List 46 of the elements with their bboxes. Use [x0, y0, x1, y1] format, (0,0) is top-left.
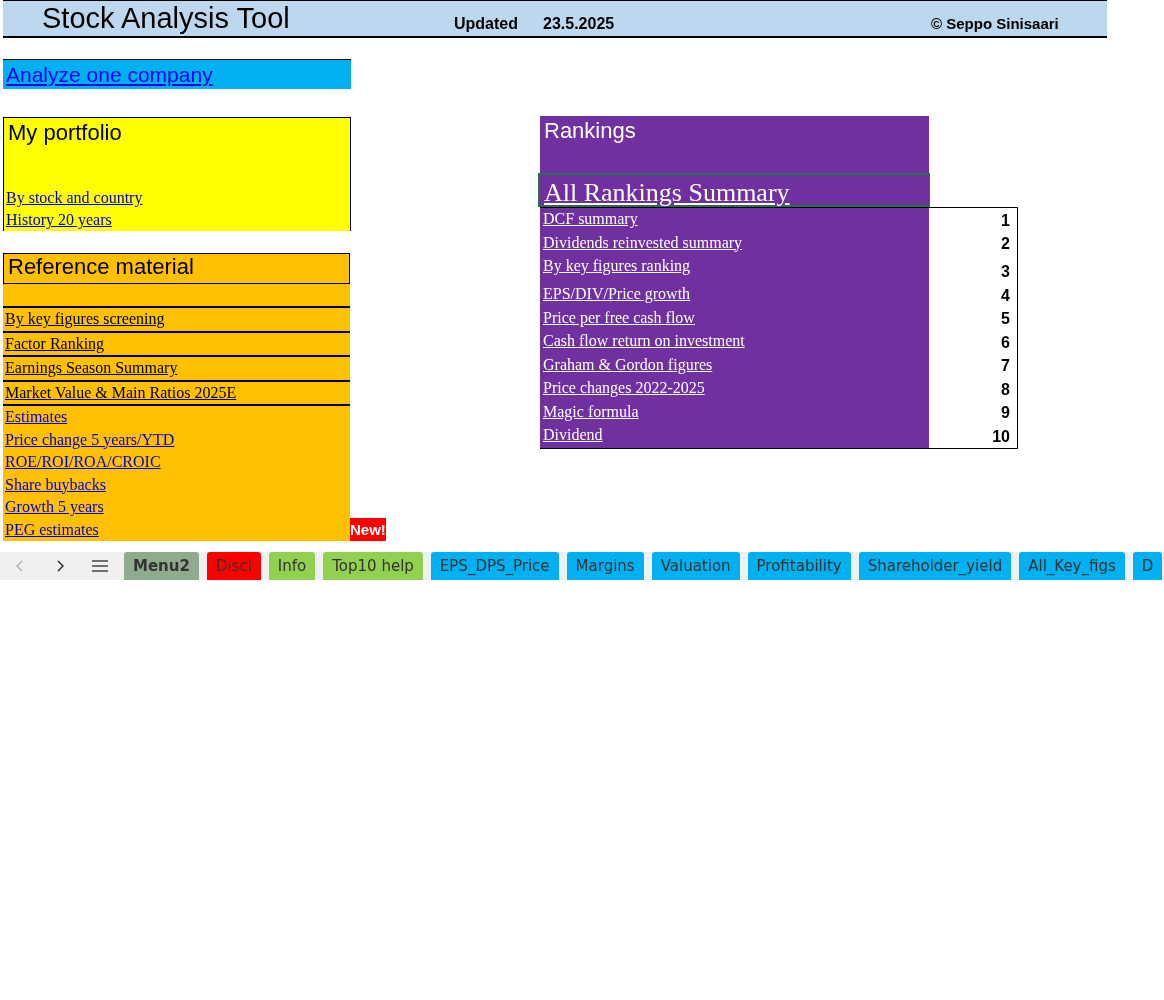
- sheet-tab[interactable]: Top10 help: [323, 552, 423, 580]
- reference-link[interactable]: ROE/ROI/ROA/CROIC: [5, 451, 161, 473]
- ranking-number: 4: [1001, 285, 1010, 306]
- sheet-tab[interactable]: Valuation: [651, 552, 740, 580]
- sheet-tab[interactable]: Profitability: [747, 552, 851, 580]
- new-badge: New!: [350, 518, 386, 541]
- ranking-number: 8: [1001, 379, 1010, 400]
- ranking-number: 9: [1001, 403, 1010, 423]
- chevron-right-icon: [56, 560, 64, 572]
- ranking-link[interactable]: Dividend: [543, 424, 603, 446]
- ranking-number: 5: [1001, 309, 1010, 329]
- ranking-number: 6: [1001, 332, 1010, 353]
- reference-link[interactable]: Factor Ranking: [5, 332, 105, 355]
- reference-link[interactable]: Market Value & Main Ratios 2025E: [5, 381, 237, 404]
- analyze-company-link[interactable]: Analyze one company: [3, 59, 351, 89]
- portfolio-title: My portfolio: [7, 119, 123, 147]
- ranking-number: 2: [1001, 234, 1010, 254]
- portfolio-link[interactable]: History 20 years: [6, 209, 112, 231]
- reference-link[interactable]: Growth 5 years: [5, 496, 104, 518]
- reference-link[interactable]: Price change 5 years/YTD: [5, 428, 175, 451]
- reference-link[interactable]: Share buybacks: [5, 473, 106, 496]
- all-rankings-summary-link[interactable]: All Rankings Summary: [538, 173, 930, 207]
- reference-title: Reference material: [7, 253, 195, 281]
- portfolio-link[interactable]: By stock and country: [6, 187, 143, 209]
- chevron-left-icon: [16, 560, 24, 572]
- sheet-tab[interactable]: Info: [268, 552, 316, 580]
- sheet-tab[interactable]: EPS_DPS_Price: [430, 552, 559, 580]
- reference-link[interactable]: By key figures screening: [5, 308, 165, 330]
- sheet-tab[interactable]: Menu2: [124, 552, 199, 580]
- updated-date: 23.5.2025: [543, 14, 616, 33]
- ranking-number: 1: [1001, 210, 1010, 231]
- ranking-number: 3: [1001, 262, 1010, 282]
- sheet-tab[interactable]: Margins: [566, 552, 644, 580]
- menu-icon: [92, 560, 108, 572]
- copyright-text: © Seppo Sinisaari: [931, 15, 1059, 32]
- ranking-number: 7: [1001, 356, 1010, 376]
- ranking-number: 10: [992, 426, 1010, 447]
- sheet-tab[interactable]: All_Key_figs: [1019, 552, 1125, 580]
- updated-label: Updated: [454, 14, 519, 33]
- reference-link[interactable]: PEG estimates: [5, 518, 99, 541]
- rankings-title: Rankings: [543, 117, 637, 145]
- app-title: Stock Analysis Tool: [42, 2, 291, 35]
- reference-link[interactable]: Estimates: [5, 406, 68, 428]
- sheet-tab[interactable]: D: [1132, 552, 1163, 580]
- reference-link[interactable]: Earnings Season Summary: [5, 357, 178, 379]
- sheet-tab[interactable]: Shareholder_yield: [858, 552, 1012, 580]
